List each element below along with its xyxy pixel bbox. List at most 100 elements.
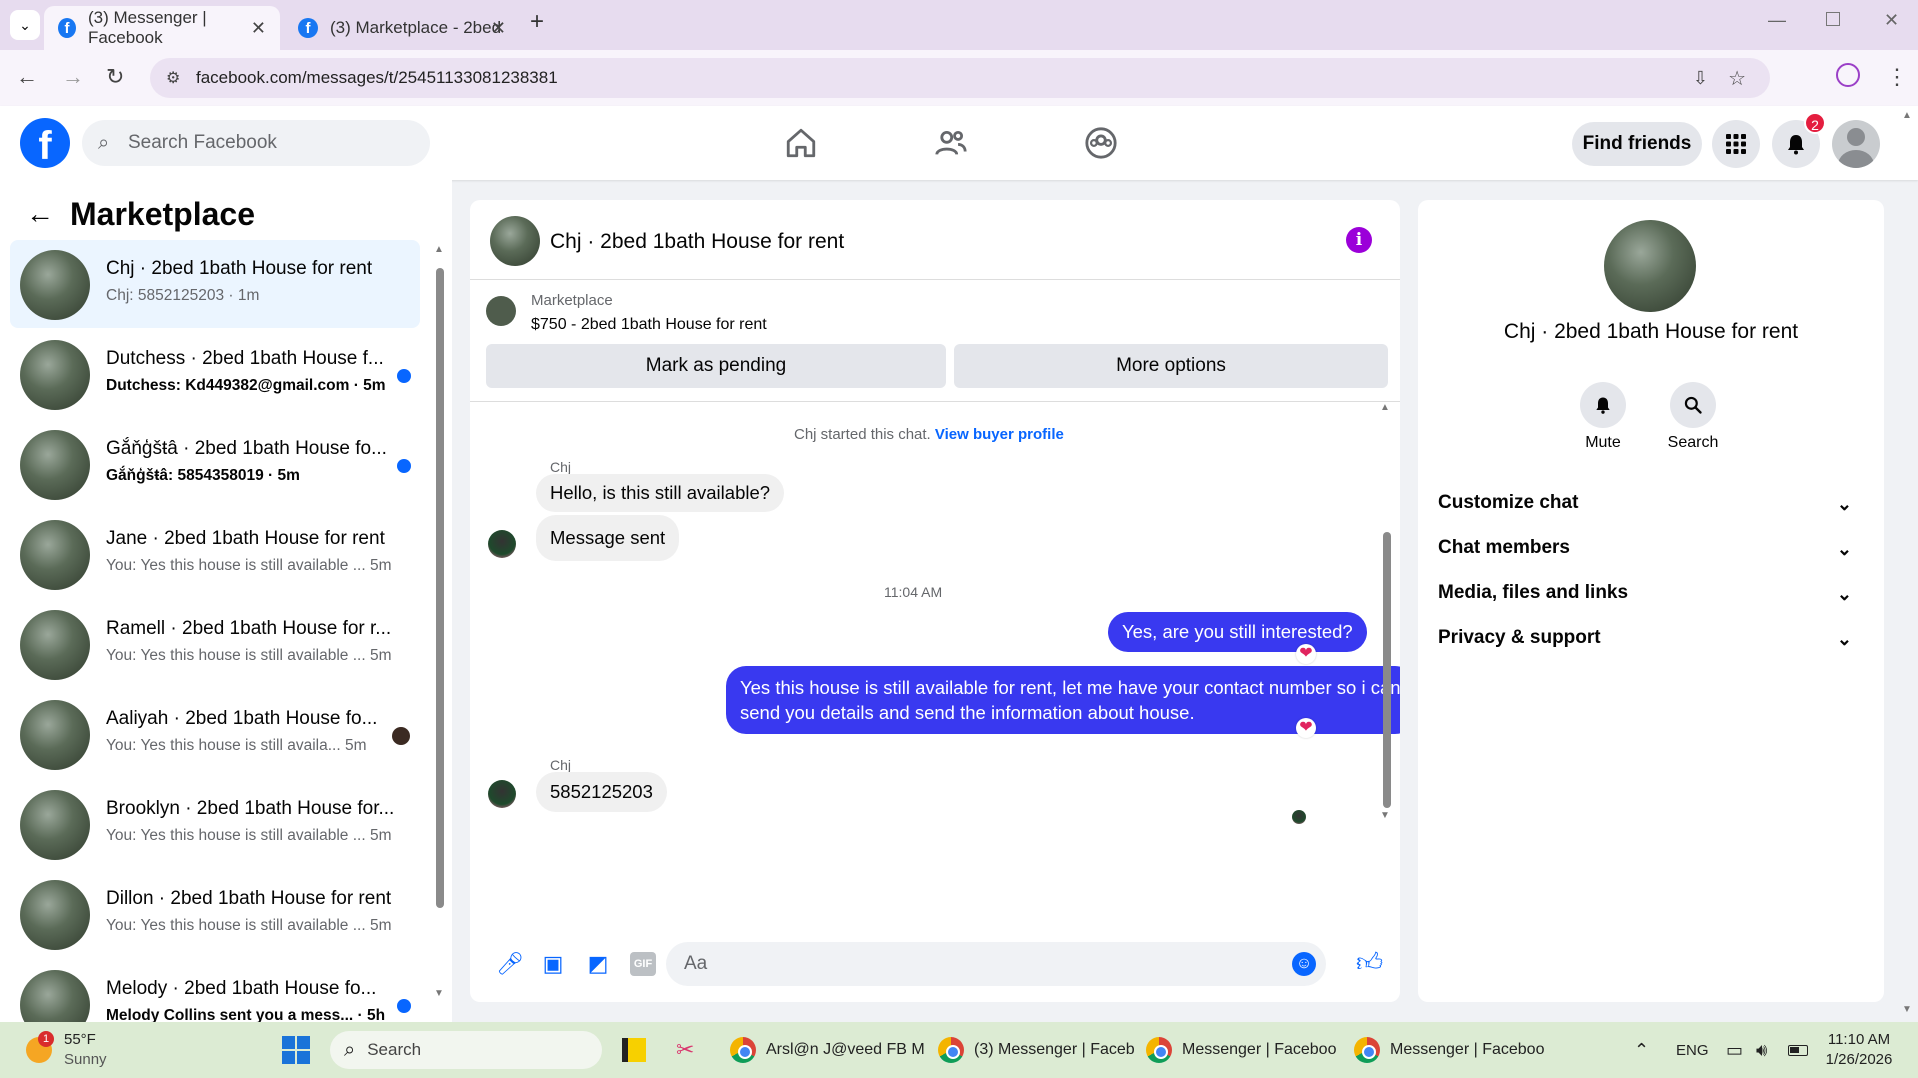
volume-icon[interactable]: 🔊︎ [1756,1022,1767,1078]
weather-widget[interactable]: 1 55°F Sunny [26,1022,107,1078]
browser-menu-icon[interactable]: ⋮ [1886,64,1908,90]
back-arrow-icon[interactable]: ← [16,64,38,90]
conversation-item[interactable]: Dillon · 2bed 1bath House for rent You: Y… [10,870,420,958]
taskbar-search[interactable]: ⌕ Search [330,1031,602,1069]
gif-icon[interactable]: GIF [630,952,656,976]
chat-title[interactable]: Chj · 2bed 1bath House for rent [550,230,844,254]
page-scrollbar[interactable]: ▲ ▼ [1902,110,1916,1016]
listing-avatar[interactable] [1604,220,1696,312]
weather-badge: 1 [38,1031,54,1047]
incoming-message[interactable]: Message sent [536,515,680,561]
chat-members-section[interactable]: Chat members ⌄ [1438,537,1864,567]
taskbar-app-chrome-1[interactable]: Arsl@n J@veed FB M [730,1022,925,1078]
close-tab-icon[interactable]: ✕ [251,18,266,39]
start-button[interactable] [282,1022,310,1078]
address-bar[interactable]: ⚙ facebook.com/messages/t/25451133081238… [150,58,1770,98]
tab-list-dropdown[interactable]: ⌄ [10,10,40,40]
conversation-item[interactable]: Melody · 2bed 1bath House fo... Melody Co… [10,960,420,1022]
privacy-support-section[interactable]: Privacy & support ⌄ [1438,627,1864,657]
groups-icon[interactable] [1084,126,1118,160]
close-window-icon[interactable]: ✕ [1884,10,1899,31]
restore-icon[interactable] [1826,12,1840,26]
listing-thumbnail[interactable] [486,296,516,326]
tab-marketplace[interactable]: f (3) Marketplace - 2bed 1bath H ✕ [284,6,520,50]
photo-icon[interactable]: ▣ [541,952,565,976]
mute-button[interactable] [1580,382,1626,428]
heart-reaction-icon[interactable]: ❤ [1296,644,1316,664]
home-icon[interactable] [784,126,818,160]
install-app-icon[interactable]: ⇩ [1693,68,1708,89]
show-hidden-icons-chevron-icon[interactable]: ⌃ [1634,1022,1649,1078]
conversation-item[interactable]: Brooklyn · 2bed 1bath House for... You: Y… [10,780,420,868]
sender-avatar[interactable] [488,530,516,558]
taskbar-app-chrome-4[interactable]: Messenger | Faceboo [1354,1022,1544,1078]
new-tab-button[interactable]: + [530,8,544,36]
forward-arrow-icon[interactable]: → [62,64,84,90]
close-tab-icon[interactable]: ✕ [491,18,506,39]
listing-avatar [20,520,90,590]
back-arrow-icon[interactable]: ← [26,198,54,230]
sticky-notes-app[interactable] [622,1022,646,1078]
bookmark-star-icon[interactable]: ☆ [1728,66,1746,91]
network-icon[interactable]: ▭ [1726,1022,1743,1078]
listing-avatar[interactable] [490,216,540,266]
taskbar-app-chrome-3[interactable]: Messenger | Faceboo [1146,1022,1336,1078]
menu-grid-button[interactable] [1712,120,1760,168]
battery-icon[interactable] [1788,1022,1808,1078]
media-files-links-section[interactable]: Media, files and links ⌄ [1438,582,1864,612]
conversation-item[interactable]: Chj · 2bed 1bath House for rent Chj: 5852… [10,240,420,328]
unread-dot [397,369,411,383]
message-input[interactable]: Aa ☺ [666,942,1326,986]
search-placeholder: Search Facebook [128,132,277,153]
mark-as-pending-button[interactable]: Mark as pending [486,344,946,388]
microphone-icon[interactable]: 🎤︎ [496,952,524,976]
tab-title: (3) Messenger | Facebook [87,8,207,47]
taskbar-app-chrome-2[interactable]: (3) Messenger | Faceb [938,1022,1135,1078]
mute-label: Mute [1585,434,1621,451]
minimize-icon[interactable]: — [1768,10,1786,31]
search-button[interactable] [1670,382,1716,428]
view-buyer-profile-link[interactable]: View buyer profile [935,426,1064,443]
incoming-message[interactable]: Hello, is this still available? [536,474,785,512]
emoji-icon[interactable]: ☺ [1292,952,1316,976]
customize-chat-section[interactable]: Customize chat ⌄ [1438,492,1864,522]
conversation-item[interactable]: Aaliyah · 2bed 1bath House fo... You: Yes… [10,690,420,778]
facebook-logo[interactable]: f [20,118,70,168]
sticker-icon[interactable]: ◩ [586,952,610,976]
friends-icon[interactable] [934,126,968,160]
listing-description[interactable]: $750 - 2bed 1bath House for rent [531,316,767,334]
listing-avatar [20,880,90,950]
find-friends-button[interactable]: Find friends [1572,122,1702,166]
thumbs-up-icon[interactable]: 👍︎ [1356,949,1383,975]
conversation-preview: You: Yes this house is still available .… [106,647,392,664]
conversation-preview: You: Yes this house is still available .… [106,827,392,844]
language-indicator[interactable]: ENG [1676,1022,1709,1078]
seen-avatar [1292,810,1306,824]
section-label: Privacy & support [1438,627,1601,648]
conversation-info-icon[interactable]: i [1346,227,1372,253]
listing-category: Marketplace [531,292,613,309]
chevron-down-icon: ⌄ [1836,629,1852,649]
heart-reaction-icon[interactable]: ❤ [1296,718,1316,738]
weather-temp: 55°F [64,1031,96,1048]
incoming-message[interactable]: 5852125203 [536,772,667,812]
profile-icon[interactable] [1836,63,1860,87]
account-avatar[interactable] [1832,120,1880,168]
clock[interactable]: 11:10 AM 1/26/2026 [1824,1022,1894,1078]
sender-avatar[interactable] [488,780,516,808]
search-icon: ⌕ [98,131,110,154]
conversation-item[interactable]: Dutchess · 2bed 1bath House f... Dutchess… [10,330,420,418]
conversation-item[interactable]: Ramell · 2bed 1bath House for r... You: Y… [10,600,420,688]
chat-scrollbar[interactable]: ▲ ▼ [1380,402,1394,922]
conversation-item[interactable]: Jane · 2bed 1bath House for rent You: Yes… [10,510,420,598]
reload-icon[interactable]: ↻ [106,64,124,90]
conversation-item[interactable]: Gắňģšŧâ · 2bed 1bath House fo... Gắňģšŧâ:… [10,420,420,508]
site-settings-icon[interactable]: ⚙ [166,68,180,88]
facebook-search-input[interactable]: ⌕ Search Facebook [82,120,430,166]
more-options-button[interactable]: More options [954,344,1388,388]
snipping-tool-app[interactable]: ✂ [676,1022,694,1078]
tab-messenger[interactable]: f (3) Messenger | Facebook ✕ [44,6,280,50]
scrollbar[interactable]: ▲ ▼ [434,244,446,1004]
outgoing-message[interactable]: Yes, are you still interested? [1108,612,1367,652]
browser-toolbar: ← → ↻ ⚙ facebook.com/messages/t/25451133… [0,50,1918,106]
